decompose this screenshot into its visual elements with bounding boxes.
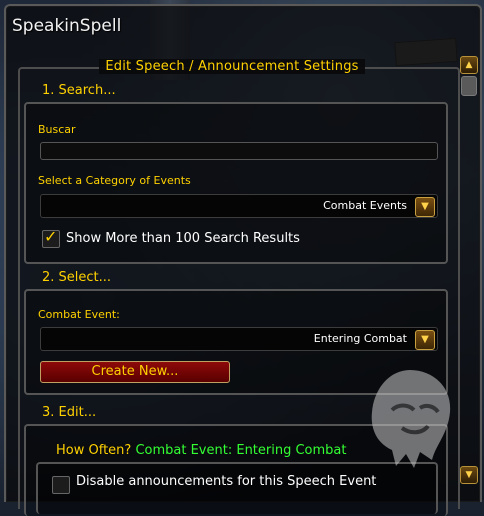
options-window: SpeakinSpell Edit Speech / Announcement … bbox=[4, 4, 482, 516]
how-often-line: How Often? Combat Event: Entering Combat bbox=[56, 443, 347, 458]
edit-section-heading: 3. Edit... bbox=[42, 405, 97, 420]
combat-event-label: Combat Event: bbox=[38, 308, 120, 321]
show-more-label: Show More than 100 Search Results bbox=[66, 231, 300, 246]
search-section-heading: 1. Search... bbox=[42, 83, 116, 98]
chevron-down-icon[interactable]: ▼ bbox=[415, 330, 435, 350]
scroll-down-icon[interactable]: ▼ bbox=[460, 466, 478, 484]
search-label: Buscar bbox=[38, 123, 76, 136]
chevron-down-icon[interactable]: ▼ bbox=[415, 197, 435, 217]
category-label: Select a Category of Events bbox=[38, 174, 191, 187]
combat-event-dropdown-value: Entering Combat bbox=[313, 332, 407, 345]
category-dropdown[interactable]: Combat Events ▼ bbox=[40, 194, 438, 218]
scroll-up-icon[interactable]: ▲ bbox=[460, 56, 478, 74]
scroll-thumb[interactable] bbox=[461, 76, 477, 96]
lion-emblem-icon bbox=[371, 370, 451, 468]
disable-announcements-checkbox[interactable] bbox=[52, 476, 70, 494]
disable-announcements-label: Disable announcements for this Speech Ev… bbox=[76, 474, 377, 489]
combat-event-dropdown[interactable]: Entering Combat ▼ bbox=[40, 327, 438, 351]
category-dropdown-value: Combat Events bbox=[323, 199, 407, 212]
search-input[interactable] bbox=[40, 142, 438, 160]
show-more-checkbox[interactable]: ✓ bbox=[42, 227, 60, 248]
window-title: SpeakinSpell bbox=[12, 16, 122, 36]
search-panel: Buscar Select a Category of Events Comba… bbox=[24, 102, 448, 264]
select-section-heading: 2. Select... bbox=[42, 270, 112, 285]
how-often-prefix: How Often? bbox=[56, 443, 132, 458]
checkmark-icon: ✓ bbox=[44, 227, 58, 246]
scrollbar[interactable]: ▲ ▼ bbox=[460, 56, 478, 502]
how-often-value: Combat Event: Entering Combat bbox=[135, 443, 347, 458]
settings-group-title: Edit Speech / Announcement Settings bbox=[6, 59, 458, 74]
create-new-button[interactable]: Create New... bbox=[40, 361, 230, 383]
